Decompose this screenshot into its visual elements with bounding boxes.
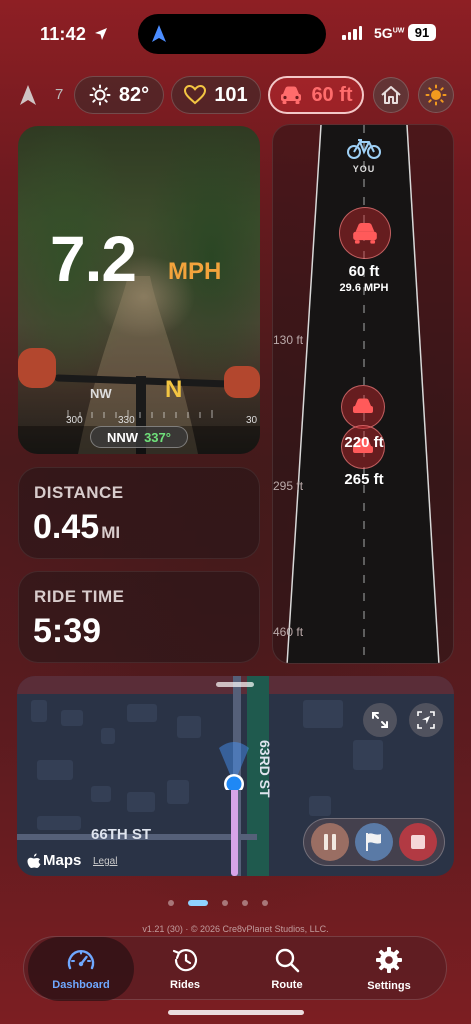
home-button[interactable] xyxy=(373,77,409,113)
speed-value: 7.2 xyxy=(50,223,137,295)
map-street-label: 66TH ST xyxy=(91,826,152,843)
maps-attribution: Maps xyxy=(27,852,81,869)
radar-distance-mark: 295 ft xyxy=(273,479,304,493)
apple-logo-icon xyxy=(27,853,41,868)
expand-map-button[interactable] xyxy=(363,703,397,737)
location-arrow-icon xyxy=(95,28,108,40)
version-text: v1.21 (30) · © 2026 Cre8vPlanet Studios,… xyxy=(142,924,329,934)
nearest-car-pill[interactable]: 60 ft xyxy=(268,76,364,114)
compass-tick-label: 30 xyxy=(246,415,258,426)
stop-icon xyxy=(411,835,425,849)
search-icon xyxy=(275,948,300,973)
ride-time-value: 5:39 xyxy=(33,612,102,650)
recenter-map-button[interactable] xyxy=(409,703,443,737)
temperature-value: 82° xyxy=(118,83,150,106)
maps-legal-link[interactable]: Legal xyxy=(93,856,117,867)
compass-tick-label: 300 xyxy=(66,415,83,426)
radar-car-marker xyxy=(339,207,391,259)
tab-rides[interactable]: Rides xyxy=(132,937,238,1001)
radar-distance-mark: 460 ft xyxy=(273,625,304,639)
radar-car-distance: 220 ft xyxy=(344,434,384,451)
tab-route[interactable]: Route xyxy=(234,937,340,1001)
distance-card: DISTANCE 0.45 MI xyxy=(18,467,260,559)
tab-bar: Dashboard Rides Route Settings xyxy=(23,936,447,1001)
distance-value: 0.45 xyxy=(33,508,100,546)
radar-car-marker xyxy=(341,385,385,429)
map-drag-handle[interactable] xyxy=(216,682,254,687)
you-label: YOU xyxy=(352,164,376,174)
car-icon xyxy=(281,86,302,104)
tab-label: Route xyxy=(271,979,303,991)
network-type: 5GUW xyxy=(374,25,405,41)
radar-car-distance: 60 ft xyxy=(348,263,380,280)
distance-label: DISTANCE xyxy=(34,483,124,502)
cellular-signal-icon xyxy=(342,26,362,40)
car-icon xyxy=(353,222,377,244)
brightness-button[interactable] xyxy=(418,77,454,113)
bicycle-icon xyxy=(347,139,381,159)
location-count: 7 xyxy=(55,86,64,103)
radar-car-speed: 29.6 MPH xyxy=(339,282,389,294)
tab-dashboard[interactable]: Dashboard xyxy=(28,937,134,1001)
tab-label: Rides xyxy=(170,979,200,991)
compass-nw-label: NW xyxy=(90,386,112,401)
flag-icon xyxy=(366,833,381,851)
ride-time-card: RIDE TIME 5:39 xyxy=(18,571,260,663)
radar-distance-mark: 130 ft xyxy=(273,333,304,347)
car-icon xyxy=(353,398,373,413)
tab-label: Dashboard xyxy=(52,979,110,991)
navigation-arrow-icon xyxy=(20,85,36,105)
weather-pill[interactable]: 82° xyxy=(74,76,164,114)
compass-tick-label: 330 xyxy=(118,415,135,426)
map-street-label: 63RD ST xyxy=(257,740,273,798)
radar-panel: YOU 60 ft 29.6 MPH 130 ft 220 ft 265 ft … xyxy=(272,124,454,664)
compass-north-label: N xyxy=(165,376,183,403)
history-clock-icon xyxy=(172,949,198,972)
distance-readout: 0.45 MI xyxy=(33,508,120,547)
heading-degrees: 337° xyxy=(144,429,171,445)
expand-icon xyxy=(372,712,388,728)
speed-unit: MPH xyxy=(168,258,222,285)
user-location-icon xyxy=(219,742,249,790)
navigation-arrow-icon xyxy=(152,25,166,42)
home-indicator xyxy=(168,1010,304,1015)
tab-settings[interactable]: Settings xyxy=(336,937,442,1001)
gear-icon xyxy=(376,947,402,973)
ride-controls xyxy=(303,818,445,866)
nearest-car-distance: 60 ft xyxy=(311,83,353,106)
tab-label: Settings xyxy=(367,980,411,992)
pause-icon xyxy=(324,834,336,850)
pause-button[interactable] xyxy=(311,823,349,861)
battery-indicator: 91 xyxy=(408,24,436,41)
status-time: 11:42 xyxy=(40,24,108,45)
ride-time-label: RIDE TIME xyxy=(34,587,125,606)
stop-button[interactable] xyxy=(399,823,437,861)
sun-icon xyxy=(425,84,447,106)
sun-outline-icon xyxy=(89,84,111,106)
location-frame-icon xyxy=(417,711,435,729)
heading-pill: NNW 337° xyxy=(90,426,188,448)
page-indicator[interactable] xyxy=(168,900,268,906)
maps-brand: Maps xyxy=(43,852,82,869)
heart-rate-pill[interactable]: 101 xyxy=(171,76,261,114)
heart-icon xyxy=(184,85,207,105)
flag-button[interactable] xyxy=(355,823,393,861)
heading-direction: NNW xyxy=(107,429,139,445)
home-icon xyxy=(381,86,401,104)
distance-unit: MI xyxy=(101,523,121,542)
speedometer-icon xyxy=(67,950,95,970)
heart-rate-value: 101 xyxy=(214,83,248,106)
